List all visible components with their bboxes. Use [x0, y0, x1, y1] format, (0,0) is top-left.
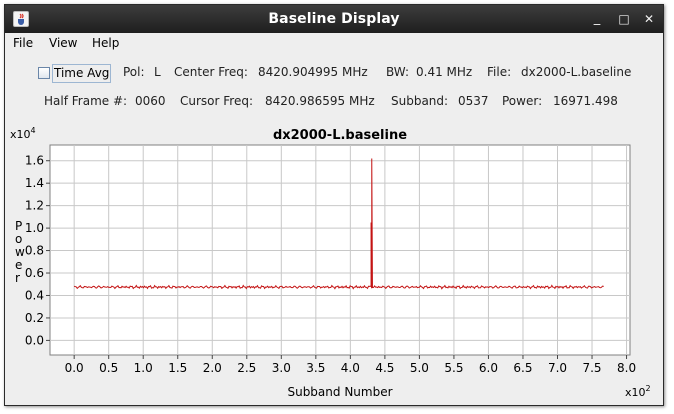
x-tick-label: 6.5 [513, 361, 532, 375]
baseline-chart[interactable]: 0.0 0.5 1.0 1.5 2.0 2.5 3.0 3.5 4.0 4.5 5.0 5.5 6.0 6… [5, 5, 663, 405]
x-tick-label: 4.0 [341, 361, 360, 375]
y-tick-label: 1.2 [25, 199, 44, 213]
x-tick-label: 0.5 [99, 361, 118, 375]
x-tick-label: 2.0 [203, 361, 222, 375]
y-tick-label: 0.0 [25, 333, 44, 347]
y-tick-label: 1.6 [25, 154, 44, 168]
y-tick-label: 0.2 [25, 311, 44, 325]
y-multiplier: x104 [10, 126, 36, 141]
chart-title: dx2000-L.baseline [273, 128, 407, 143]
x-tick-label: 1.0 [134, 361, 153, 375]
x-tick-label: 0.0 [65, 361, 84, 375]
x-axis-label: Subband Number [287, 385, 392, 399]
x-multiplier: x102 [625, 384, 651, 399]
x-tick-label: 7.0 [548, 361, 567, 375]
y-tick-label: 1.0 [25, 221, 44, 235]
y-tick-label: 1.4 [25, 176, 44, 190]
plot-area[interactable] [49, 144, 631, 356]
baseline-display-window: Baseline Display _ □ ✕ File View Help Ti… [4, 4, 664, 406]
y-axis-label: Power [15, 219, 25, 285]
x-tick-label: 8.0 [617, 361, 636, 375]
x-tick-label: 3.5 [306, 361, 325, 375]
x-tick-label: 7.5 [582, 361, 601, 375]
x-tick-label: 4.5 [375, 361, 394, 375]
y-tick-label: 0.4 [25, 288, 44, 302]
x-tick-label: 5.5 [444, 361, 463, 375]
x-tick-label: 2.5 [237, 361, 256, 375]
x-tick-label: 1.5 [168, 361, 187, 375]
x-tick-label: 5.0 [410, 361, 429, 375]
y-tick-label: 0.6 [25, 266, 44, 280]
x-tick-label: 3.0 [272, 361, 291, 375]
x-tick-label: 6.0 [479, 361, 498, 375]
y-tick-label: 0.8 [25, 244, 44, 258]
